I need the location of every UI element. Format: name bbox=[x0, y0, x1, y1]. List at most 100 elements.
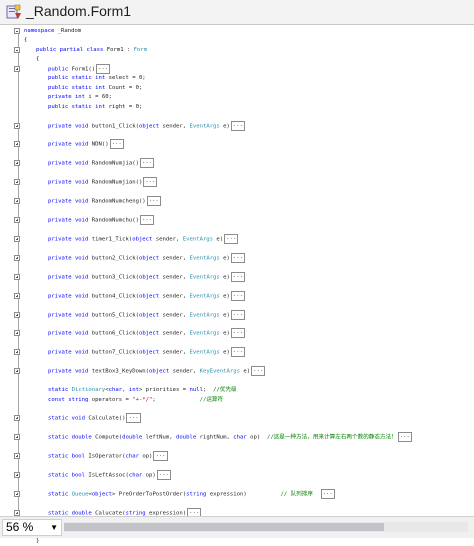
code-token: object bbox=[138, 274, 160, 281]
code-token: private void bbox=[48, 330, 89, 337]
code-token: object bbox=[149, 368, 170, 375]
code-token: sender, bbox=[159, 349, 190, 356]
code-token: double bbox=[176, 434, 197, 441]
code-token: > PreOrderToPostOrder( bbox=[112, 491, 187, 498]
expand-outline-icon[interactable] bbox=[14, 235, 20, 242]
code-token: static bool bbox=[48, 472, 86, 479]
code-token: Calculate() bbox=[85, 415, 126, 422]
expand-outline-icon[interactable] bbox=[14, 254, 20, 261]
code-token: i = 60; bbox=[85, 94, 112, 101]
code-token: Form1() bbox=[68, 66, 96, 73]
code-token: private void bbox=[48, 198, 89, 205]
code-token: button4_Click( bbox=[88, 293, 139, 300]
code-token: private void bbox=[48, 123, 89, 129]
expand-outline-icon[interactable] bbox=[14, 122, 20, 129]
code-token: NDN() bbox=[88, 141, 109, 148]
code-token: object bbox=[138, 312, 160, 318]
code-token: e) bbox=[219, 349, 230, 356]
code-token: e) bbox=[219, 123, 230, 129]
chevron-down-icon: ▼ bbox=[50, 523, 58, 532]
code-token: IsOperator( bbox=[85, 453, 126, 460]
code-token: static double bbox=[48, 434, 92, 441]
expand-outline-icon[interactable] bbox=[14, 65, 20, 72]
code-token: button1_Click( bbox=[88, 123, 139, 129]
code-token: EventArgs bbox=[189, 255, 220, 262]
code-token: leftNum, bbox=[142, 434, 176, 441]
code-token: } bbox=[36, 538, 40, 545]
code-token: button7_Click( bbox=[88, 349, 139, 356]
code-token: public bbox=[48, 66, 69, 73]
expand-outline-icon[interactable] bbox=[14, 292, 20, 299]
code-token: EventArgs bbox=[189, 330, 220, 337]
collapse-outline-icon[interactable] bbox=[14, 28, 20, 34]
code-token: char bbox=[233, 434, 247, 441]
code-token: RandomNumjia() bbox=[88, 160, 139, 167]
code-token: // 队列排序 bbox=[280, 491, 313, 498]
expand-outline-icon[interactable] bbox=[14, 141, 20, 148]
expand-outline-icon[interactable] bbox=[14, 434, 20, 441]
code-token: timer1_Tick( bbox=[88, 236, 133, 243]
expand-outline-icon[interactable] bbox=[14, 273, 20, 280]
code-token: e) bbox=[219, 293, 230, 300]
code-token: //运算符 bbox=[199, 396, 224, 403]
code-token: right = 0; bbox=[105, 103, 143, 110]
code-token: sender, bbox=[159, 312, 190, 318]
editor-status-bar: 56 % ▼ bbox=[0, 516, 474, 538]
code-token: private void bbox=[48, 293, 89, 300]
code-token: char bbox=[125, 453, 139, 460]
code-token: ; bbox=[203, 387, 214, 394]
expand-outline-icon[interactable] bbox=[14, 415, 20, 422]
code-token: RandomNumcheng() bbox=[88, 198, 146, 205]
expand-outline-icon[interactable] bbox=[14, 349, 20, 356]
code-token: private void bbox=[48, 349, 89, 356]
expand-outline-icon[interactable] bbox=[14, 179, 20, 186]
code-token: ; bbox=[152, 396, 200, 403]
code-token: null bbox=[189, 387, 204, 394]
code-token: public static int bbox=[48, 103, 106, 110]
horizontal-scrollbar[interactable] bbox=[64, 522, 468, 532]
document-title[interactable]: _Random.Form1 bbox=[26, 3, 131, 19]
code-token: private void bbox=[48, 255, 89, 262]
zoom-dropdown[interactable]: 56 % ▼ bbox=[2, 519, 62, 536]
code-token: expression) bbox=[206, 491, 281, 498]
expand-outline-icon[interactable] bbox=[14, 472, 20, 479]
expand-outline-icon[interactable] bbox=[14, 368, 20, 375]
code-token: static bbox=[48, 387, 69, 394]
code-token: e) bbox=[240, 368, 251, 375]
code-token: Dictionary bbox=[71, 387, 106, 394]
expand-outline-icon[interactable] bbox=[14, 491, 20, 498]
code-token: rightNum, bbox=[196, 434, 234, 441]
expand-outline-icon[interactable] bbox=[14, 198, 20, 205]
expand-outline-icon[interactable] bbox=[14, 311, 20, 318]
collapse-outline-icon[interactable] bbox=[14, 46, 20, 53]
code-token: Count = 0; bbox=[105, 84, 143, 91]
expand-outline-icon[interactable] bbox=[14, 160, 20, 167]
code-token: op) bbox=[142, 472, 156, 479]
code-token: EventArgs bbox=[189, 293, 220, 300]
code-token: Queue bbox=[71, 491, 89, 498]
scrollbar-thumb[interactable] bbox=[64, 523, 384, 531]
code-token: IsLeftAssoc( bbox=[85, 472, 129, 479]
code-token: op) bbox=[246, 434, 267, 441]
code-token: EventArgs bbox=[189, 274, 220, 281]
code-token: static bbox=[48, 491, 69, 498]
code-token: Compute( bbox=[91, 434, 123, 441]
expand-outline-icon[interactable] bbox=[14, 217, 20, 223]
code-token: _Random bbox=[54, 28, 82, 34]
code-token: public partial class bbox=[36, 46, 104, 53]
code-token: Form1 : bbox=[103, 46, 134, 53]
code-token: button3_Click( bbox=[88, 274, 139, 281]
code-token: button6_Click( bbox=[88, 330, 139, 337]
code-token: private void bbox=[48, 217, 89, 224]
code-token: sender, bbox=[159, 330, 190, 337]
code-editor[interactable]: namespace _Random {public partial class F… bbox=[0, 25, 474, 544]
code-token: static void bbox=[48, 415, 86, 422]
expand-outline-icon[interactable] bbox=[14, 330, 20, 337]
code-token: e) bbox=[219, 255, 230, 262]
expand-outline-icon[interactable] bbox=[14, 453, 20, 460]
code-token: e) bbox=[219, 312, 230, 318]
code-token: sender, bbox=[159, 293, 190, 300]
code-token: string bbox=[186, 491, 207, 498]
code-token: select = 0; bbox=[105, 75, 146, 82]
